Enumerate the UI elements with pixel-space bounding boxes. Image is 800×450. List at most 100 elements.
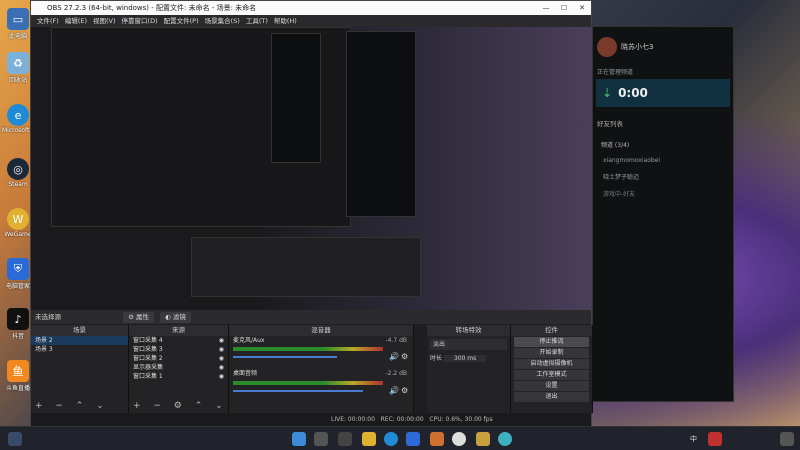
speaker-icon[interactable]: 🔊: [389, 352, 399, 361]
eye-icon[interactable]: ◉: [219, 354, 224, 363]
source-toolbar: 未选择源 ⚙ 属性 ◐ 滤镜: [31, 310, 591, 324]
source-item[interactable]: 窗口采集 1 ◉: [129, 372, 228, 381]
scenes-dock: 场景 场景 2 场景 3 + − ⌃ ⌄: [31, 325, 129, 413]
close-icon[interactable]: ✕: [573, 1, 591, 15]
scene-item[interactable]: 场景 2: [31, 336, 128, 345]
studio-mode-button[interactable]: 工作室模式: [514, 370, 589, 380]
user-item[interactable]: xiangmomoxiaobei: [593, 153, 733, 168]
source-controls[interactable]: + − ⚙ ⌃ ⌄: [133, 401, 228, 411]
volume-slider[interactable]: [233, 390, 363, 392]
start-recording-button[interactable]: 开始录制: [514, 348, 589, 358]
live-time: LIVE: 00:00:00: [331, 416, 375, 423]
mixer-track: 麦克风/Aux -4.7 dB: [229, 336, 413, 345]
ime-icon[interactable]: 中: [690, 432, 704, 446]
source-item[interactable]: 窗口采集 3 ◉: [129, 345, 228, 354]
window-title: OBS 27.2.3 (64-bit, windows) - 配置文件: 未命名…: [47, 4, 257, 12]
eye-icon[interactable]: ◉: [219, 345, 224, 354]
mixer-dock: 混音器 麦克风/Aux -4.7 dB 🔊 ⚙ 桌面音频 -2.2 dB 🔊 ⚙: [229, 325, 414, 413]
title-bar: OBS 27.2.3 (64-bit, windows) - 配置文件: 未命名…: [31, 1, 591, 15]
scene-item[interactable]: 场景 3: [31, 345, 128, 354]
nested-obs-docks: [191, 237, 421, 297]
eye-icon[interactable]: ◉: [219, 372, 224, 381]
notification-icon[interactable]: [780, 432, 794, 446]
avatar[interactable]: [597, 37, 617, 57]
nested-chat-window: [271, 33, 321, 163]
obs-icon[interactable]: [452, 432, 466, 446]
volume-slider[interactable]: [233, 356, 337, 358]
source-label: 窗口采集 4: [133, 337, 163, 344]
status-bar: LIVE: 00:00:00 REC: 00:00:00 CPU: 0.6%, …: [31, 413, 591, 426]
menu-bar: 文件(F) 编辑(E) 视图(V) 停靠窗口(D) 配置文件(P) 场景集合(S) 工具(T…: [31, 15, 591, 27]
mixer-header: 混音器: [229, 325, 413, 336]
edge-icon[interactable]: [384, 432, 398, 446]
tray-icon[interactable]: [708, 432, 722, 446]
store-icon[interactable]: [406, 432, 420, 446]
search-icon[interactable]: [314, 432, 328, 446]
source-label: 显示器采集: [133, 364, 164, 371]
menu-profile[interactable]: 配置文件(P): [164, 17, 199, 25]
audio-meter: [233, 381, 383, 385]
filters-button[interactable]: ◐ 滤镜: [160, 312, 191, 323]
source-label: 窗口采集 3: [133, 346, 163, 353]
transitions-dock: 转场特效 淡出 时长 300 ms: [427, 325, 511, 413]
chat-window-large: 晓苏小七3 正在管理频道 ⇣ 0:00 好友列表 频道 (3/4) xiangmo…: [592, 26, 734, 402]
widgets-icon[interactable]: [8, 432, 22, 446]
track-name: 麦克风/Aux: [233, 337, 265, 344]
user-item[interactable]: 游戏中-好友: [593, 185, 733, 202]
rec-time: REC: 00:00:00: [380, 416, 424, 423]
menu-help[interactable]: 帮助(H): [274, 17, 297, 25]
source-item[interactable]: 窗口采集 4 ◉: [129, 336, 228, 345]
app-icon[interactable]: [476, 432, 490, 446]
source-item[interactable]: 窗口采集 2 ◉: [129, 354, 228, 363]
source-item[interactable]: 显示器采集 ◉: [129, 363, 228, 372]
recycle-bin-icon: ♻: [7, 52, 29, 74]
transition-select[interactable]: 淡出: [430, 339, 507, 350]
filter-icon: ◐: [165, 313, 173, 321]
channel-section[interactable]: 频道 (3/4): [593, 130, 733, 153]
room-status: 正在管理频道: [597, 69, 634, 76]
stop-streaming-button[interactable]: 停止推流: [514, 337, 589, 347]
timer-value: 0:00: [618, 86, 648, 100]
minimize-icon[interactable]: —: [537, 1, 555, 15]
menu-tools[interactable]: 工具(T): [246, 17, 268, 25]
virtual-camera-button[interactable]: 启动虚拟摄像机: [514, 359, 589, 369]
chat-user-name: 晓苏小七3: [621, 43, 654, 51]
track-db: -2.2 dB: [385, 370, 407, 377]
settings-button[interactable]: 设置: [514, 381, 589, 391]
maximize-icon[interactable]: ☐: [555, 1, 573, 15]
user-item[interactable]: 晓土梦子聪迈: [593, 168, 733, 185]
voice-timer: ⇣ 0:00: [596, 79, 730, 107]
douyin-icon: ♪: [7, 308, 29, 330]
douyu-icon: 鱼: [7, 360, 29, 382]
properties-button[interactable]: ⚙ 属性: [123, 312, 154, 323]
friends-header: 好友列表: [597, 120, 623, 128]
menu-view[interactable]: 视图(V): [93, 17, 116, 25]
explorer-icon[interactable]: [362, 432, 376, 446]
eye-icon[interactable]: ◉: [219, 336, 224, 345]
exit-button[interactable]: 退出: [514, 392, 589, 402]
shield-icon: ⛨: [7, 258, 29, 280]
nested-chat-window: [346, 31, 416, 217]
taskbar: 中: [0, 426, 800, 450]
menu-scene-collection[interactable]: 场景集合(S): [205, 17, 240, 25]
signal-icon: ⇣: [602, 86, 613, 100]
douyu-icon[interactable]: [430, 432, 444, 446]
speaker-icon[interactable]: 🔊: [389, 386, 399, 395]
chat-app-icon[interactable]: [498, 432, 512, 446]
menu-file[interactable]: 文件(F): [37, 17, 59, 25]
menu-docks[interactable]: 停靠窗口(D): [122, 17, 158, 25]
gear-icon[interactable]: ⚙: [401, 352, 408, 361]
scene-controls[interactable]: + − ⌃ ⌄: [35, 401, 109, 411]
preview-canvas[interactable]: [31, 27, 591, 310]
controls-dock: 控件 停止推流 开始录制 启动虚拟摄像机 工作室模式 设置 退出: [511, 325, 593, 413]
source-label: 窗口采集 1: [133, 373, 163, 380]
task-view-icon[interactable]: [338, 432, 352, 446]
duration-input[interactable]: 300 ms: [443, 355, 487, 362]
start-icon[interactable]: [292, 432, 306, 446]
gear-icon: ⚙: [128, 313, 136, 321]
transitions-header: 转场特效: [427, 325, 510, 336]
gear-icon[interactable]: ⚙: [401, 386, 408, 395]
menu-edit[interactable]: 编辑(E): [65, 17, 87, 25]
sources-dock: 来源 窗口采集 4 ◉ 窗口采集 3 ◉ 窗口采集 2 ◉ 显示器采集 ◉ 窗口采集 1…: [129, 325, 229, 413]
eye-icon[interactable]: ◉: [219, 363, 224, 372]
